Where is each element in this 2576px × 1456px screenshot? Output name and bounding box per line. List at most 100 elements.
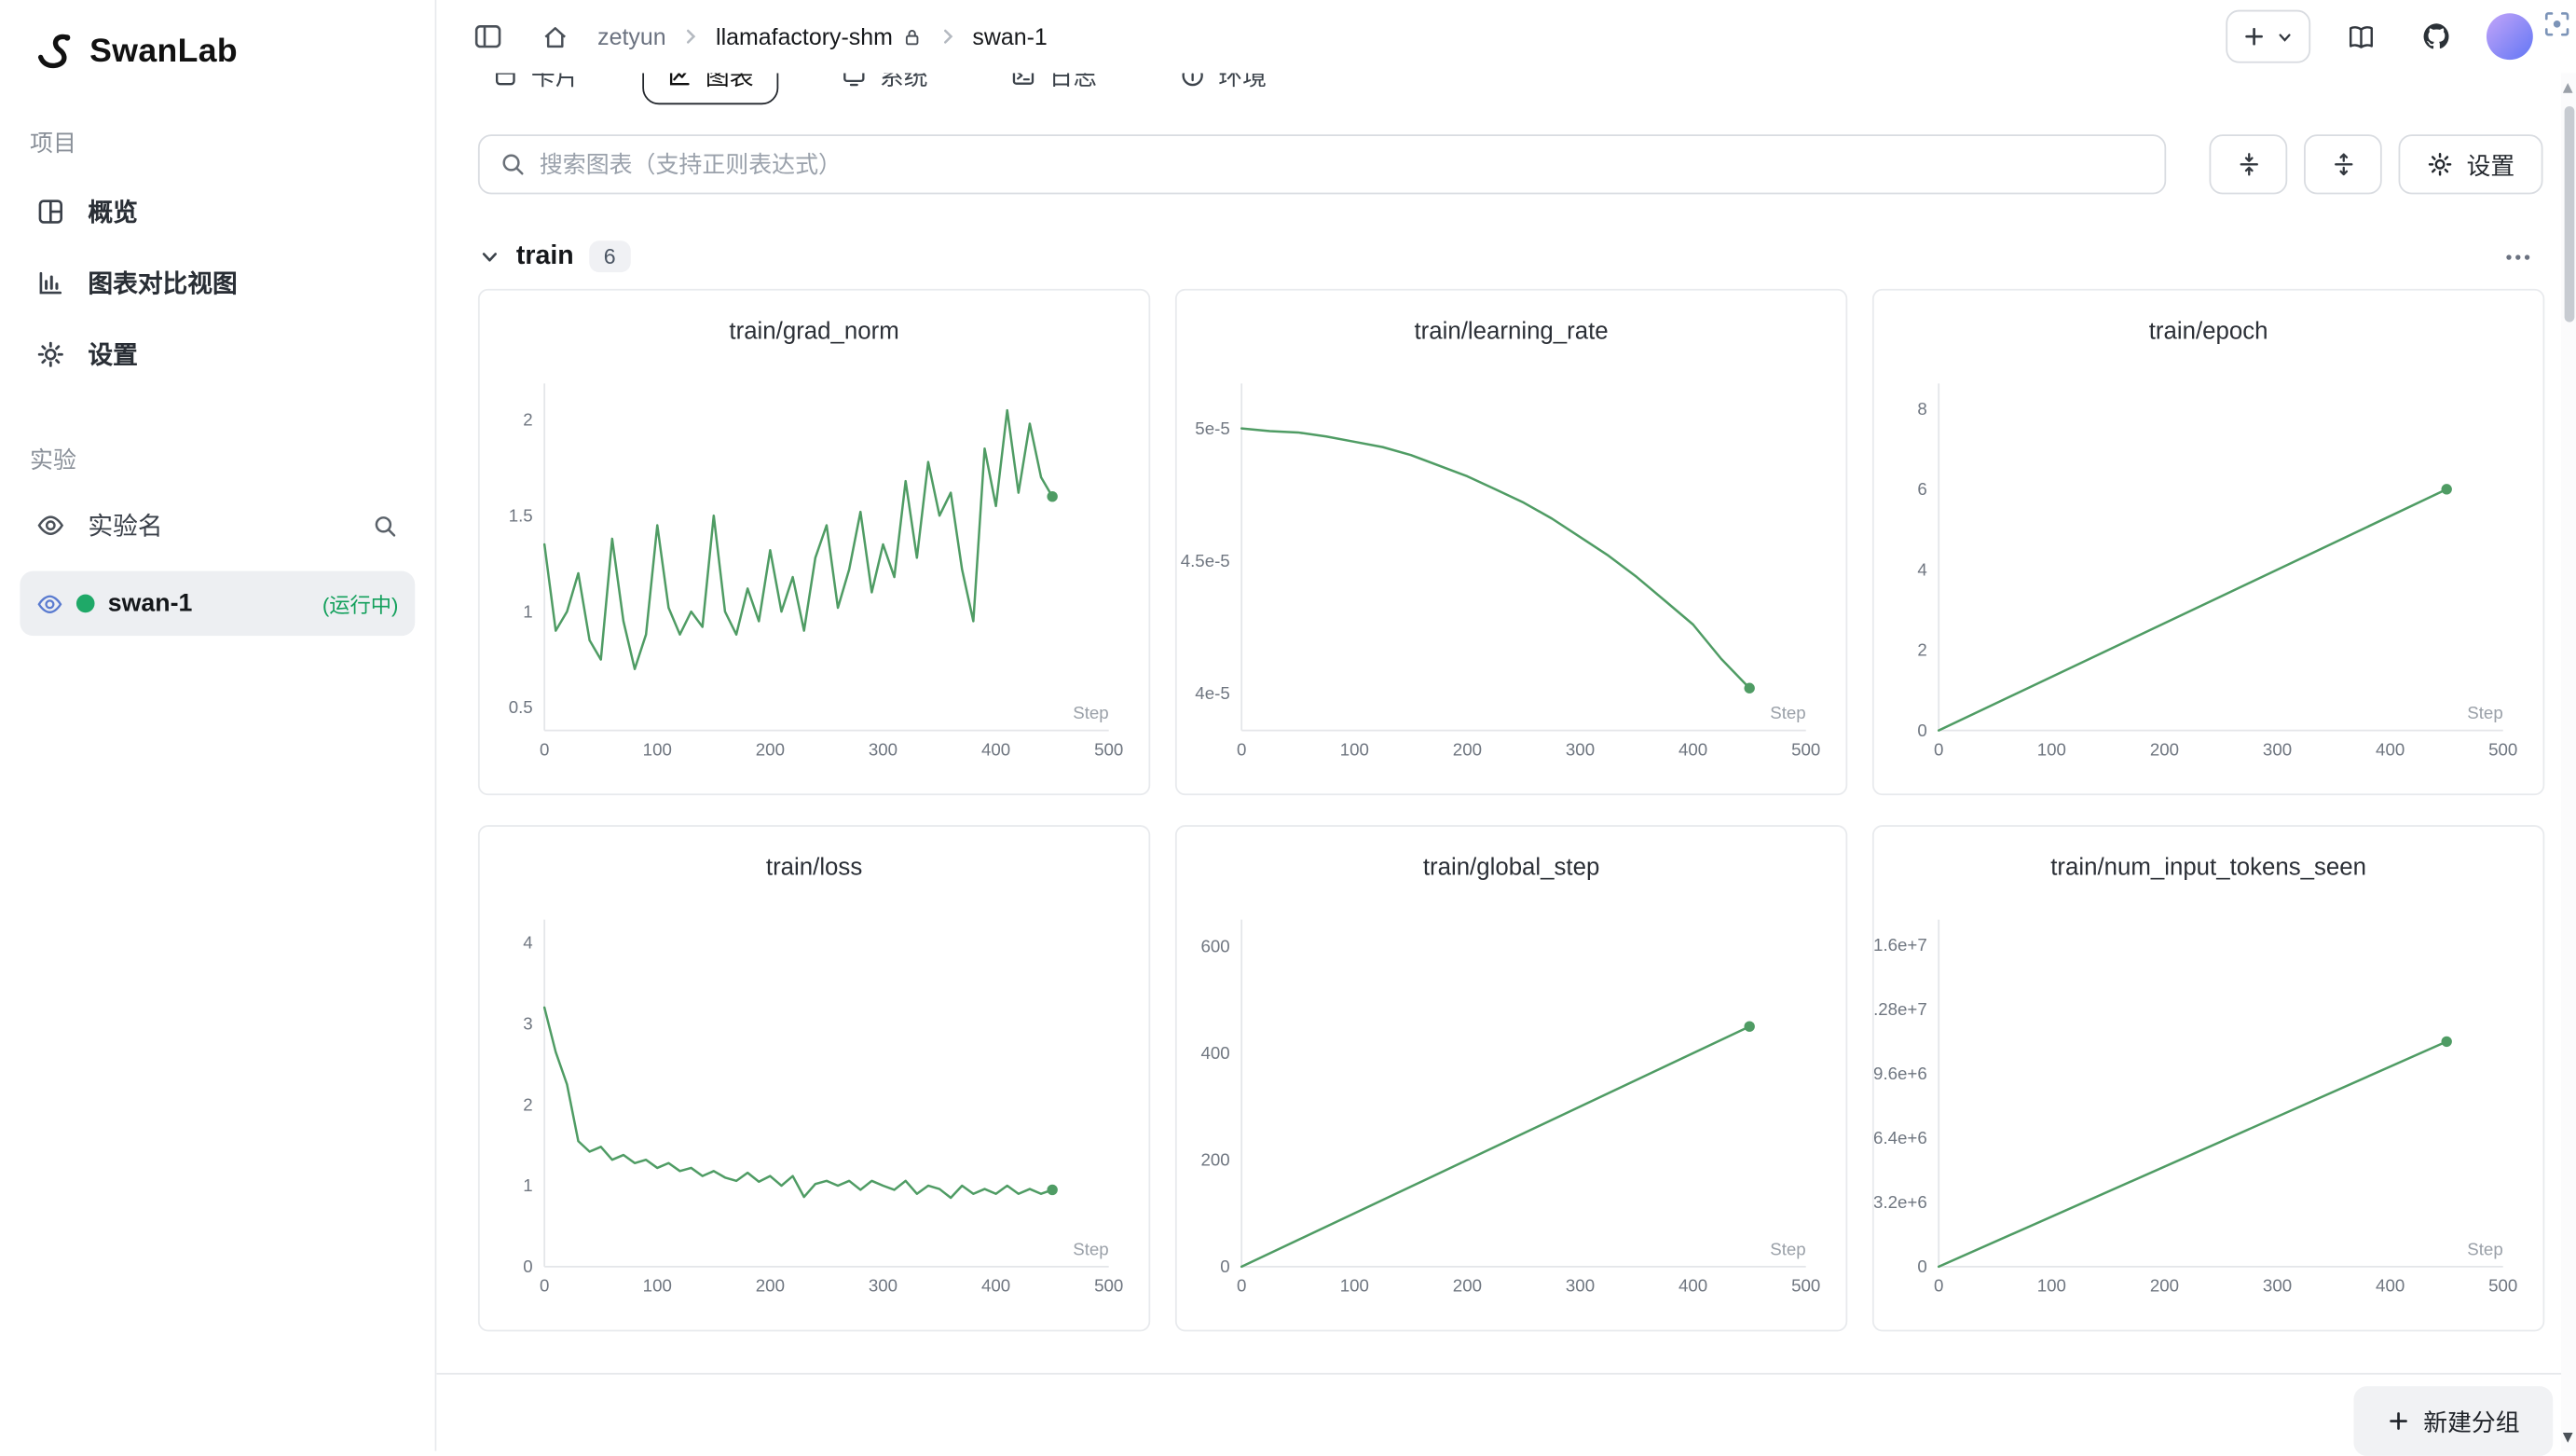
chart-card[interactable]: train/grad_norm 0.511.520100200300400500…: [478, 289, 1150, 795]
tab-cards[interactable]: 卡片: [473, 73, 599, 104]
svg-text:400: 400: [2376, 739, 2405, 759]
visibility-eye-icon[interactable]: [36, 590, 62, 616]
chart-card[interactable]: train/loss 012340100200300400500Step: [478, 825, 1150, 1331]
chart-title: train/epoch: [1874, 319, 2543, 355]
sidebar-item-chart-compare[interactable]: 图表对比视图: [20, 247, 415, 319]
chart-plot[interactable]: 012340100200300400500Step: [480, 900, 1151, 1325]
svg-text:0: 0: [1237, 1276, 1246, 1296]
svg-text:4.5e-5: 4.5e-5: [1181, 551, 1230, 570]
scan-icon[interactable]: [2542, 10, 2570, 38]
svg-text:1: 1: [523, 601, 532, 621]
chart-search-input[interactable]: [540, 151, 2144, 177]
sidebar-item-overview[interactable]: 概览: [20, 176, 415, 248]
chart-plot[interactable]: 4e-54.5e-55e-50100200300400500Step: [1177, 364, 1848, 789]
add-button[interactable]: [2226, 10, 2310, 63]
chevron-down-icon[interactable]: [478, 245, 501, 268]
sidebar-toggle-icon[interactable]: [473, 21, 503, 51]
sidebar-item-settings[interactable]: 设置: [20, 319, 415, 391]
breadcrumb-project[interactable]: llamafactory-shm: [716, 23, 923, 49]
chart-card[interactable]: train/learning_rate 4e-54.5e-55e-5010020…: [1175, 289, 1847, 795]
chart-card[interactable]: train/global_step 0200400600010020030040…: [1175, 825, 1847, 1331]
run-name: swan-1: [108, 589, 309, 617]
svg-text:3.2e+6: 3.2e+6: [1874, 1192, 1927, 1212]
chart-compare-icon: [36, 269, 64, 297]
overview-icon: [36, 198, 64, 226]
tab-label: 日志: [1049, 73, 1098, 92]
chart-card[interactable]: train/epoch 024680100200300400500Step: [1872, 289, 2544, 795]
svg-text:200: 200: [2150, 1276, 2179, 1296]
svg-text:Step: Step: [1770, 1239, 1805, 1258]
expand-all-button[interactable]: [2304, 134, 2382, 194]
svg-text:2: 2: [523, 410, 532, 430]
tab-system[interactable]: 系统: [822, 73, 948, 104]
plus-icon: [2242, 25, 2266, 48]
svg-text:1: 1: [523, 1175, 532, 1195]
svg-text:0: 0: [1220, 1257, 1229, 1276]
chart-card[interactable]: train/num_input_tokens_seen 03.2e+66.4e+…: [1872, 825, 2544, 1331]
svg-text:0: 0: [540, 739, 549, 759]
svg-text:2: 2: [1917, 640, 1926, 660]
experiment-name-label: 实验名: [88, 508, 349, 543]
chart-search-box[interactable]: [478, 134, 2166, 194]
chart-plot[interactable]: 03.2e+66.4e+69.6e+61.28e+71.6e+701002003…: [1874, 900, 2545, 1325]
sidebar: SwanLab 项目 概览 图表对比视图 设置 实验 实验名 swan-1 (运…: [0, 0, 436, 1451]
docs-button[interactable]: [2334, 10, 2387, 63]
vertical-scrollbar[interactable]: [2561, 73, 2576, 1450]
run-item-swan-1[interactable]: swan-1 (运行中): [20, 571, 415, 636]
chart-plot[interactable]: 024680100200300400500Step: [1874, 364, 2545, 789]
main-area: zetyun llamafactory-shm swan-1: [436, 0, 2576, 1451]
svg-text:Step: Step: [1073, 1239, 1108, 1258]
tabs-row: 卡片 图表 系统 日志 环境: [473, 73, 2576, 104]
svg-text:500: 500: [2488, 1276, 2517, 1296]
brand[interactable]: SwanLab: [20, 30, 415, 73]
svg-text:400: 400: [981, 739, 1010, 759]
svg-text:200: 200: [756, 1276, 785, 1296]
chevron-right-icon: [938, 26, 957, 46]
footer-bar: 新建分组: [436, 1373, 2576, 1451]
svg-text:3: 3: [523, 1013, 532, 1033]
svg-text:500: 500: [1094, 1276, 1123, 1296]
group-header: train 6: [478, 240, 2533, 272]
tab-logs[interactable]: 日志: [991, 73, 1117, 104]
svg-text:4: 4: [523, 933, 532, 953]
collapse-all-button[interactable]: [2210, 134, 2288, 194]
chart-icon: [667, 73, 692, 88]
svg-text:300: 300: [1566, 1276, 1595, 1296]
terminal-icon: [1011, 73, 1036, 88]
settings-label: 设置: [2467, 147, 2515, 182]
new-group-label: 新建分组: [2423, 1404, 2519, 1438]
home-icon[interactable]: [541, 22, 569, 50]
breadcrumb-run[interactable]: swan-1: [972, 23, 1047, 49]
svg-text:4: 4: [1917, 559, 1926, 579]
new-group-button[interactable]: 新建分组: [2353, 1386, 2553, 1456]
scrollbar-up-arrow[interactable]: [2563, 83, 2573, 93]
svg-text:300: 300: [1566, 739, 1595, 759]
svg-text:0: 0: [1917, 1257, 1926, 1276]
chevron-right-icon: [681, 26, 701, 46]
svg-text:Step: Step: [1770, 703, 1805, 722]
chart-title: train/global_step: [1177, 855, 1846, 891]
group-name[interactable]: train: [516, 241, 574, 271]
scrollbar-thumb[interactable]: [2564, 106, 2574, 323]
chart-settings-button[interactable]: 设置: [2399, 134, 2543, 194]
svg-text:100: 100: [2037, 1276, 2066, 1296]
svg-text:400: 400: [1679, 739, 1707, 759]
ellipsis-icon: [2503, 245, 2533, 268]
chart-plot[interactable]: 02004006000100200300400500Step: [1177, 900, 1848, 1325]
svg-text:200: 200: [1453, 1276, 1482, 1296]
scrollbar-down-arrow[interactable]: [2563, 1433, 2573, 1443]
search-icon[interactable]: [372, 512, 398, 538]
tab-label: 环境: [1218, 73, 1267, 92]
eye-icon[interactable]: [36, 512, 64, 540]
group-more-button[interactable]: [2503, 245, 2533, 268]
app-header: zetyun llamafactory-shm swan-1: [436, 0, 2576, 73]
tab-environment[interactable]: 环境: [1160, 73, 1286, 104]
svg-text:Step: Step: [1073, 703, 1108, 722]
tab-charts[interactable]: 图表: [642, 73, 778, 104]
tab-label: 卡片: [531, 73, 580, 92]
breadcrumb-org[interactable]: zetyun: [597, 23, 665, 49]
chart-plot[interactable]: 0.511.520100200300400500Step: [480, 364, 1151, 789]
github-button[interactable]: [2410, 10, 2463, 63]
avatar[interactable]: [2487, 13, 2533, 60]
collapse-vertical-icon: [2235, 151, 2261, 177]
